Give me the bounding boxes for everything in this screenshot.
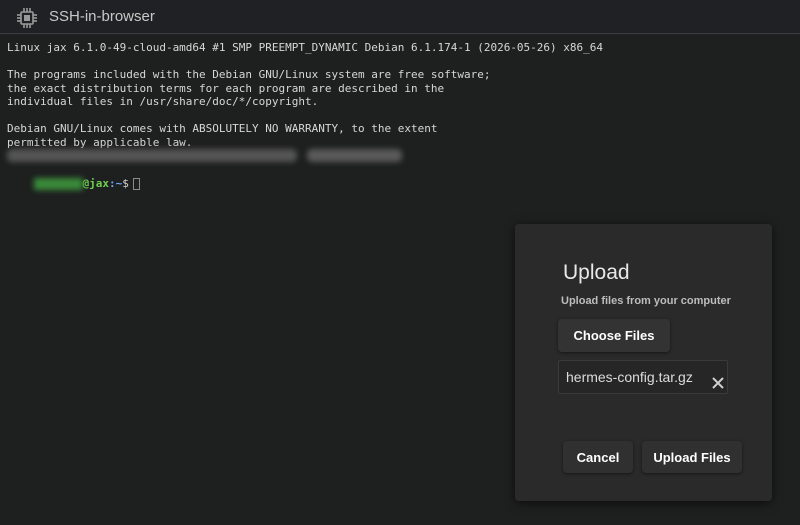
app-title: SSH-in-browser bbox=[49, 8, 155, 25]
terminal-line: the exact distribution terms for each pr… bbox=[7, 81, 445, 95]
redacted-text-blur bbox=[7, 149, 297, 162]
upload-files-button[interactable]: Upload Files bbox=[642, 441, 742, 473]
redacted-line bbox=[7, 149, 800, 163]
terminal-cursor bbox=[132, 177, 140, 190]
prompt-path: :~ bbox=[109, 176, 123, 190]
file-name: hermes-config.tar.gz bbox=[566, 369, 693, 385]
upload-dialog: Upload Upload files from your computer C… bbox=[515, 224, 772, 501]
prompt-host: @jax bbox=[82, 176, 110, 190]
cancel-button[interactable]: Cancel bbox=[563, 441, 633, 473]
dialog-subtitle: Upload files from your computer bbox=[561, 295, 731, 307]
terminal-line: permitted by applicable law. bbox=[7, 135, 193, 149]
dialog-title: Upload bbox=[563, 261, 630, 284]
shell-prompt: @jax:~$ bbox=[7, 163, 800, 190]
redacted-username bbox=[33, 177, 83, 190]
cpu-chip-icon bbox=[17, 8, 37, 28]
close-icon[interactable] bbox=[711, 376, 725, 390]
terminal-line: The programs included with the Debian GN… bbox=[7, 68, 491, 81]
terminal-line: Linux jax 6.1.0-49-cloud-amd64 #1 SMP PR… bbox=[7, 41, 604, 54]
redacted-text-blur bbox=[307, 149, 402, 162]
terminal-line: Debian GNU/Linux comes with ABSOLUTELY N… bbox=[7, 122, 438, 135]
terminal-line: individual files in /usr/share/doc/*/cop… bbox=[7, 95, 319, 108]
title-bar: SSH-in-browser bbox=[0, 0, 800, 34]
choose-files-button[interactable]: Choose Files bbox=[558, 319, 670, 352]
prompt-sign: $ bbox=[122, 176, 129, 190]
selected-file: hermes-config.tar.gz bbox=[558, 360, 728, 394]
